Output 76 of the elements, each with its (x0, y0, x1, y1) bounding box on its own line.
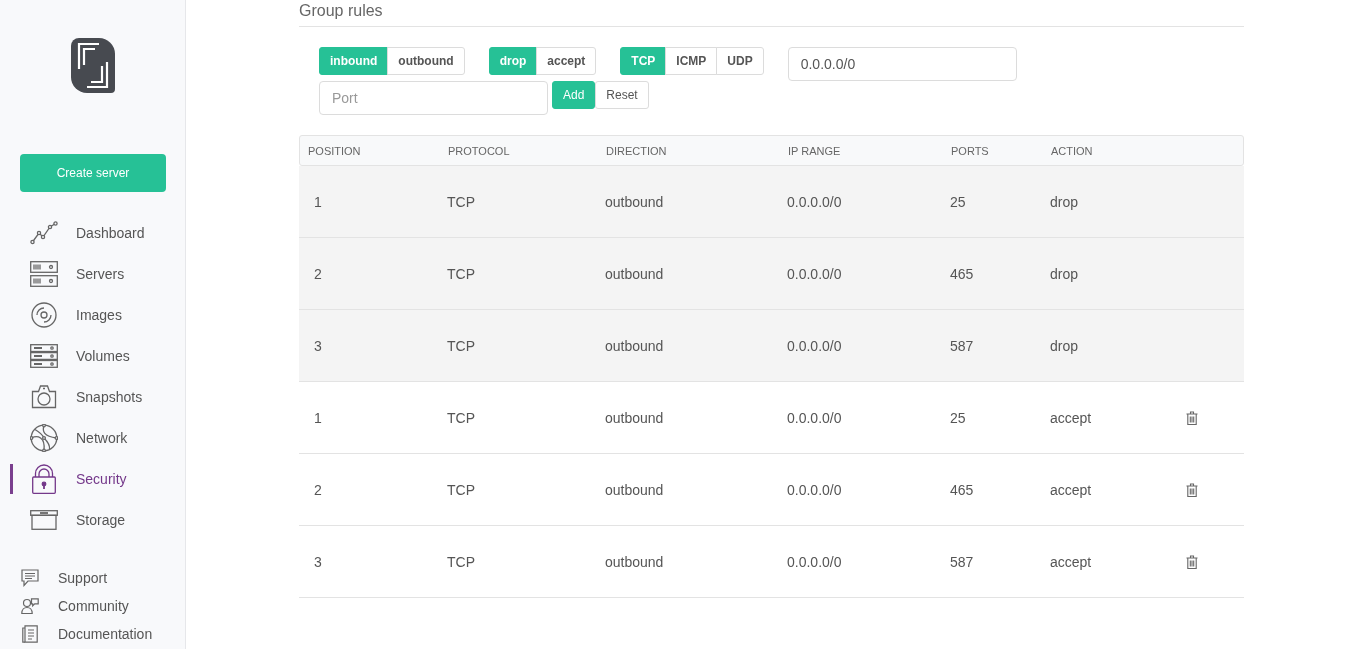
sidebar-link[interactable]: Community (0, 592, 185, 620)
table-cell-text: outbound (605, 265, 665, 282)
sidebar-link[interactable]: Support (0, 564, 185, 592)
server-rack-icon (30, 260, 58, 287)
person-chat-icon (21, 598, 39, 614)
globe-network-icon (30, 423, 58, 452)
toggle-option[interactable]: outbound (387, 47, 465, 75)
table-cell-text: outbound (605, 553, 665, 570)
toggle-option[interactable]: ICMP (665, 47, 718, 75)
table-cell-text: 0.0.0.0/0 (787, 265, 843, 282)
table-cell-text: drop (1050, 193, 1080, 210)
disc-icon (31, 301, 57, 328)
port-field[interactable]: Port (319, 81, 548, 115)
nav-item[interactable]: Network (10, 417, 185, 458)
table-cell-text: outbound (605, 481, 665, 498)
table-cell-text: 2 (313, 265, 323, 282)
nav-item[interactable]: Images (10, 294, 185, 335)
table-cell-text: 1 (313, 409, 323, 426)
table-cell-text: drop (1050, 265, 1080, 282)
table-cell-text: 1 (313, 193, 323, 210)
table-cell-text: drop (1050, 337, 1080, 354)
table-cell-text: outbound (605, 337, 665, 354)
trash-icon[interactable] (1186, 554, 1198, 569)
chat-bubble-icon (21, 569, 39, 587)
table-cell-text: 587 (950, 553, 975, 570)
table-cell-text: outbound (605, 193, 665, 210)
table-cell-text: TCP (447, 265, 476, 282)
table-cell-text: 3 (313, 553, 323, 570)
logo-icon (70, 38, 115, 93)
document-icon (22, 625, 38, 643)
table-cell-text: 3 (313, 337, 323, 354)
trash-icon[interactable] (1186, 410, 1198, 425)
table-cell-text: 465 (950, 265, 975, 282)
camera-icon (31, 384, 57, 409)
toggle-option[interactable]: UDP (716, 47, 764, 75)
table-cell-text: 465 (950, 481, 975, 498)
table-cell-text: outbound (605, 409, 665, 426)
table-cell-text: accept (1050, 553, 1093, 570)
server-stack-icon (30, 343, 58, 368)
nav-item[interactable]: Volumes (10, 335, 185, 376)
sidebar-link[interactable]: Documentation (0, 620, 185, 648)
table-cell-text: 587 (950, 337, 975, 354)
table-cell-text: 0.0.0.0/0 (787, 193, 843, 210)
table-cell-text: TCP (447, 409, 476, 426)
nav-item[interactable]: Snapshots (10, 376, 185, 417)
column-header: PORTS (951, 144, 990, 157)
table-cell-text: TCP (447, 553, 476, 570)
section-title: Group rules (299, 1, 384, 20)
column-header: DIRECTION (606, 144, 668, 157)
table-cell-text: 0.0.0.0/0 (787, 553, 843, 570)
column-header: POSITION (307, 144, 362, 157)
table-cell-text: 0.0.0.0/0 (787, 481, 843, 498)
table-cell-text: 25 (950, 193, 967, 210)
table-cell-text: accept (1050, 481, 1093, 498)
nav-item[interactable]: Servers (10, 253, 185, 294)
nav-item[interactable]: Security (10, 463, 185, 494)
toggle-option[interactable]: accept (536, 47, 597, 75)
table-cell-text: 0.0.0.0/0 (787, 337, 843, 354)
table-cell-text: TCP (447, 481, 476, 498)
ip-range-field[interactable]: 0.0.0.0/0 (787, 47, 1017, 81)
storage-box-icon (30, 509, 58, 530)
column-header: ACTION (1051, 144, 1094, 157)
nav-item[interactable]: Dashboard (10, 212, 185, 253)
column-header: IP RANGE (788, 144, 842, 157)
trash-icon[interactable] (1186, 482, 1198, 497)
nav-item[interactable]: Storage (10, 499, 185, 540)
table-cell-text: TCP (447, 337, 476, 354)
reset-button[interactable]: Reset (595, 81, 649, 109)
line-chart-icon (30, 220, 58, 245)
table-cell-text: TCP (447, 193, 476, 210)
table-cell-text: 25 (950, 409, 967, 426)
table-cell-text: 2 (313, 481, 323, 498)
table-cell-text: 0.0.0.0/0 (787, 409, 843, 426)
table-cell-text: accept (1050, 409, 1093, 426)
column-header: PROTOCOL (448, 144, 511, 157)
padlock-icon (31, 463, 57, 494)
